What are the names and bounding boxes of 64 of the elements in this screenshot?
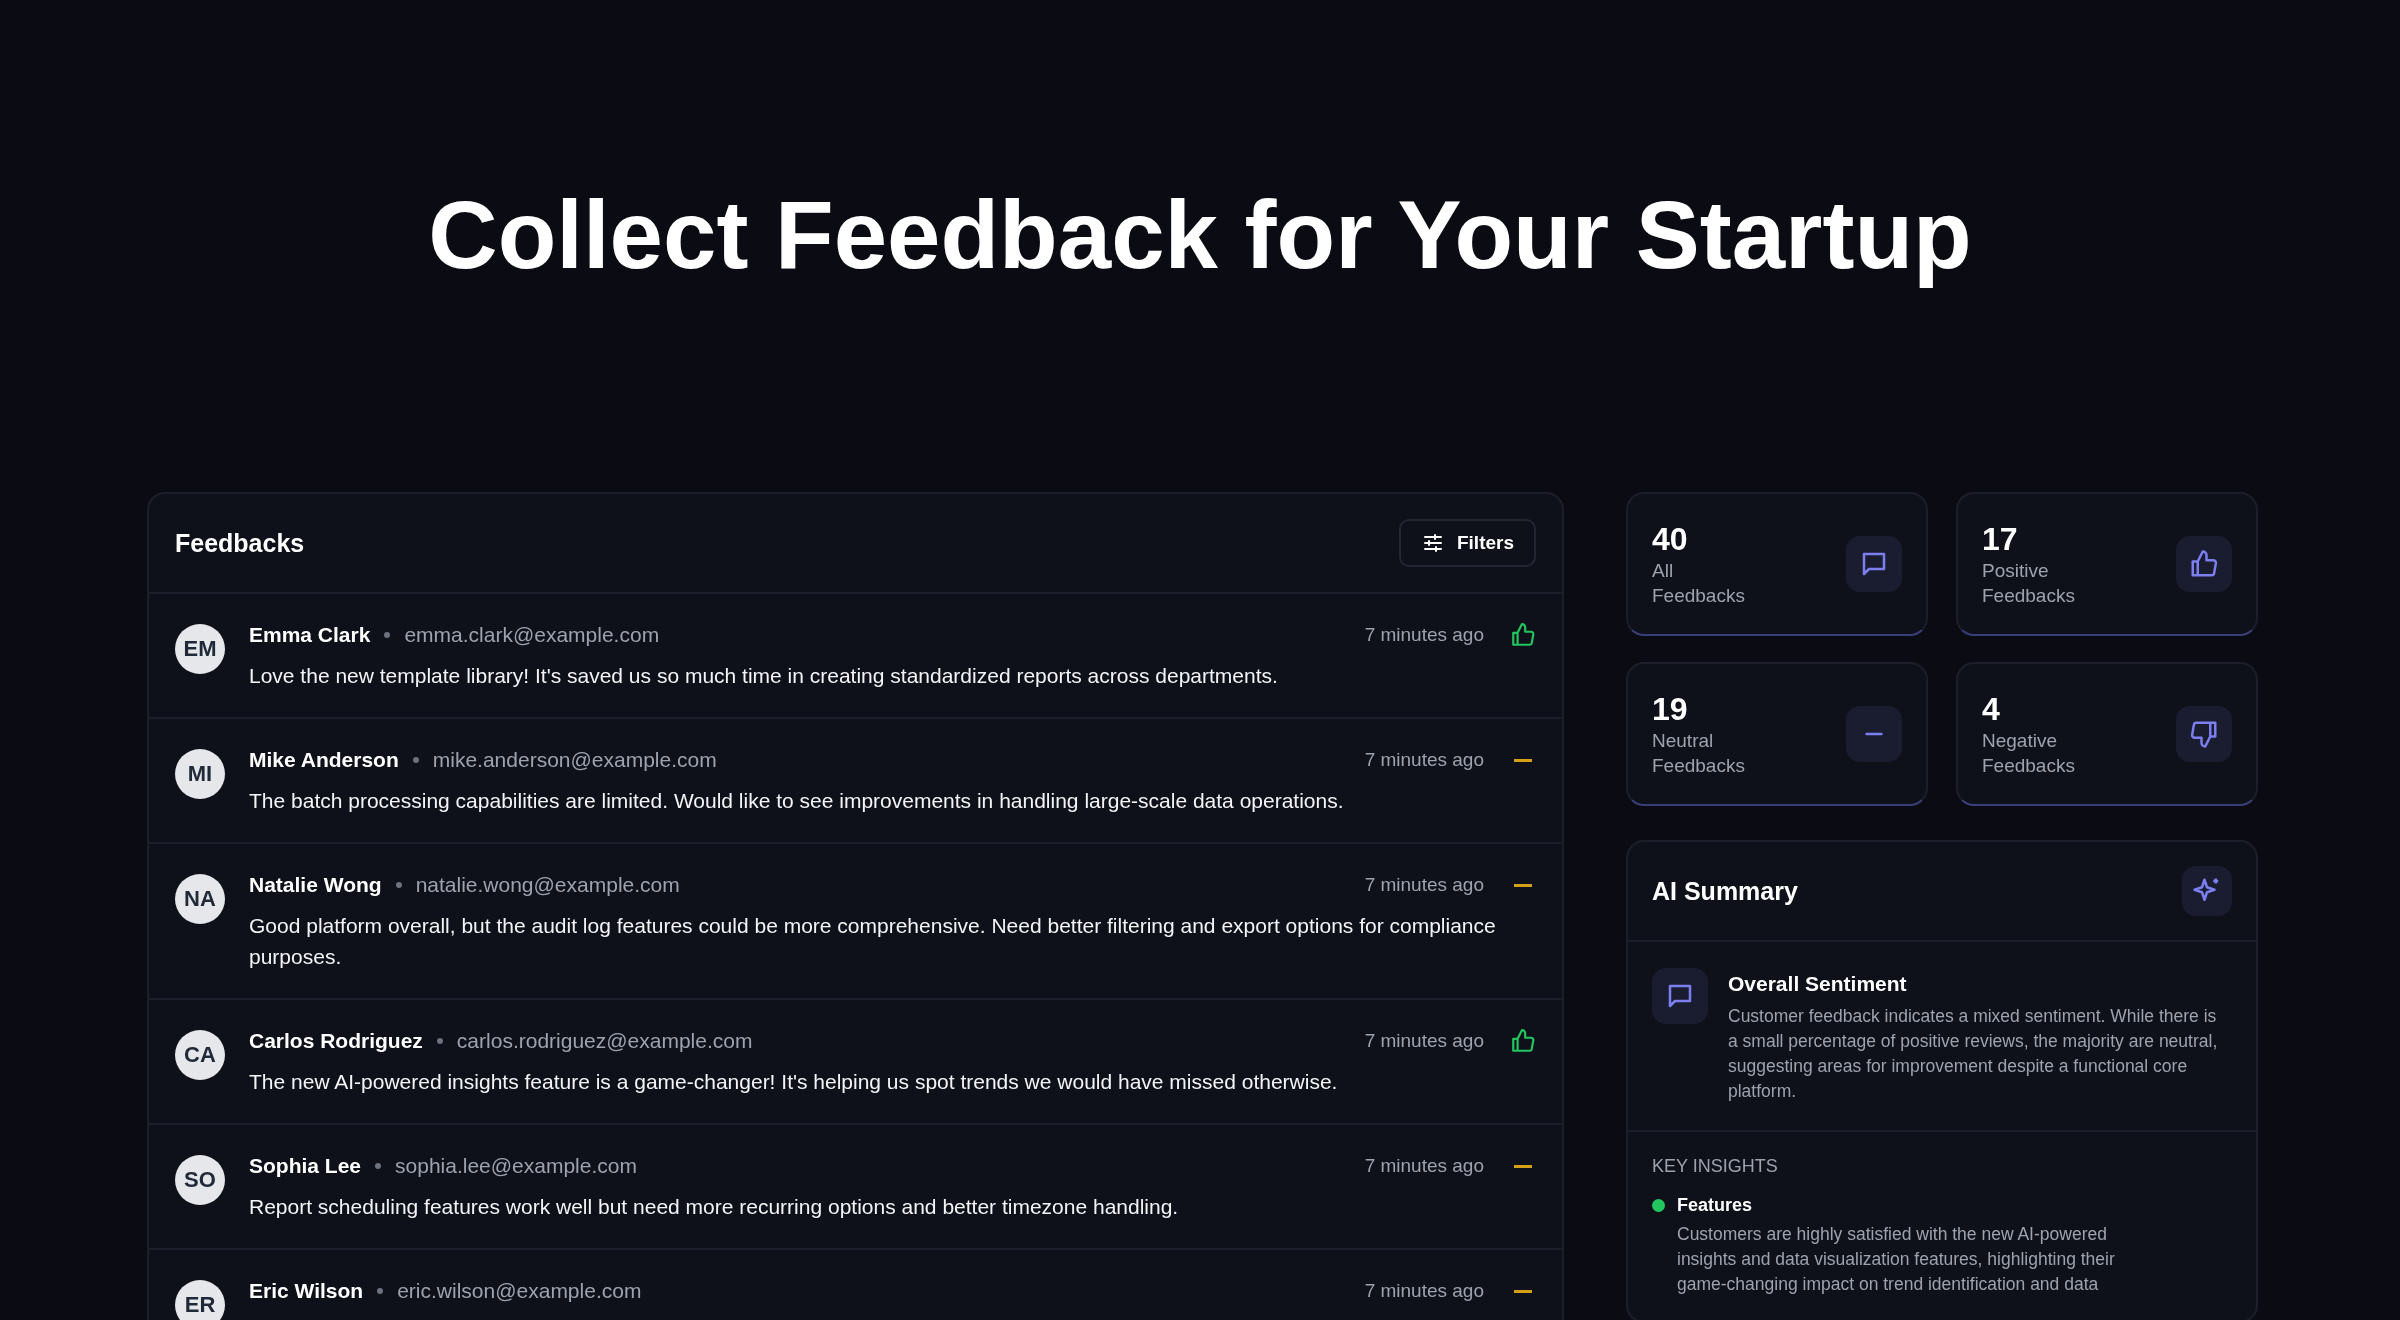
section-title: Overall Sentiment [1728,972,1908,996]
author-name: Carlos Rodriguez [249,1029,423,1053]
timestamp: 7 minutes ago [1364,749,1484,771]
author-email: natalie.wong@example.com [415,873,680,897]
author-email: sophia.lee@example.com [395,1154,637,1178]
separator-dot [384,632,391,638]
insight-title: Features [1677,1195,1753,1216]
timestamp: 7 minutes ago [1364,874,1484,896]
thumbs-up-icon [1510,622,1536,648]
chat-bubble-icon [1846,536,1902,592]
stat-label: Neutral Feedbacks [1652,728,1745,778]
author-name: Sophia Lee [249,1154,362,1178]
author-email: eric.wilson@example.com [397,1279,642,1303]
timestamp: 7 minutes ago [1364,1155,1484,1177]
author-email: mike.anderson@example.com [432,748,717,772]
separator-dot [375,1163,382,1169]
dash-icon [1514,883,1532,887]
author-name: Emma Clark [249,623,371,647]
panel-title: Feedbacks [175,528,305,558]
author-name: Eric Wilson [249,1279,364,1303]
timestamp: 7 minutes ago [1364,1030,1484,1052]
feedback-message: The batch processing capabilities are limited. Would like to see improvements in handling large-scale data operations. [249,788,1345,814]
stat-value: 19 [1652,690,1689,728]
author-email: emma.clark@example.com [404,623,660,647]
dash-icon [1514,1164,1532,1168]
thumbs-down-icon [2176,706,2232,762]
feedback-message: Report scheduling features work well but need more recurring options and better timezone handling. [249,1194,1180,1220]
author-name: Mike Anderson [249,748,399,772]
feedback-message: The new AI-powered insights feature is a game-changer! It's helping us spot trends we would have missed otherwise. [249,1069,1339,1095]
avatar: NA [175,874,225,924]
author-name: Natalie Wong [249,873,382,897]
timestamp: 7 minutes ago [1364,1280,1484,1302]
avatar: ER [175,1280,225,1320]
section-heading: KEY INSIGHTS [1652,1156,1779,1177]
card-title: AI Summary [1652,876,1798,906]
separator-dot [377,1288,384,1294]
feedback-message: Good platform overall, but the audit log features could be more comprehensive. Need better filtering and export options for compliance purposes. [249,913,1497,970]
page-title: Collect Feedback for Your Startup [427,180,1973,290]
feedback-message: Love the new template library! It's saved us so much time in creating standardized reports across departments. [249,663,1279,689]
stat-value: 4 [1982,690,2001,728]
stat-value: 17 [1982,520,2019,558]
separator-dot [436,1038,443,1044]
stat-label: All Feedbacks [1652,558,1745,608]
avatar: SO [175,1155,225,1205]
insight-text: Customers are highly satisfied with the new AI-powered insights and data visualization features, highlighting their game-changing impact on trend identification and data [1677,1223,2116,1296]
thumbs-up-icon [2176,536,2232,592]
stat-label: Negative Feedbacks [1982,728,2075,778]
dash-icon [1514,1289,1532,1293]
stat-value: 40 [1652,520,1689,558]
separator-dot [412,757,419,763]
sparkle-icon [2182,866,2232,916]
stat-label: Positive Feedbacks [1982,558,2075,608]
thumbs-up-icon [1510,1028,1536,1054]
separator-dot [395,882,402,888]
avatar: EM [175,624,225,674]
avatar: MI [175,749,225,799]
sentiment-summary: Customer feedback indicates a mixed sentiment. While there is a small percentage of positive reviews, the majority are neutral, suggesting areas for improvement despite a functional core platform. [1728,1005,2219,1103]
chat-bubble-icon [1652,968,1708,1024]
filters-button[interactable]: Filters [1398,519,1536,567]
avatar: CA [175,1030,225,1080]
minus-icon [1846,706,1902,762]
author-email: carlos.rodriguez@example.com [456,1029,753,1053]
timestamp: 7 minutes ago [1364,624,1484,646]
dash-icon [1514,758,1532,762]
